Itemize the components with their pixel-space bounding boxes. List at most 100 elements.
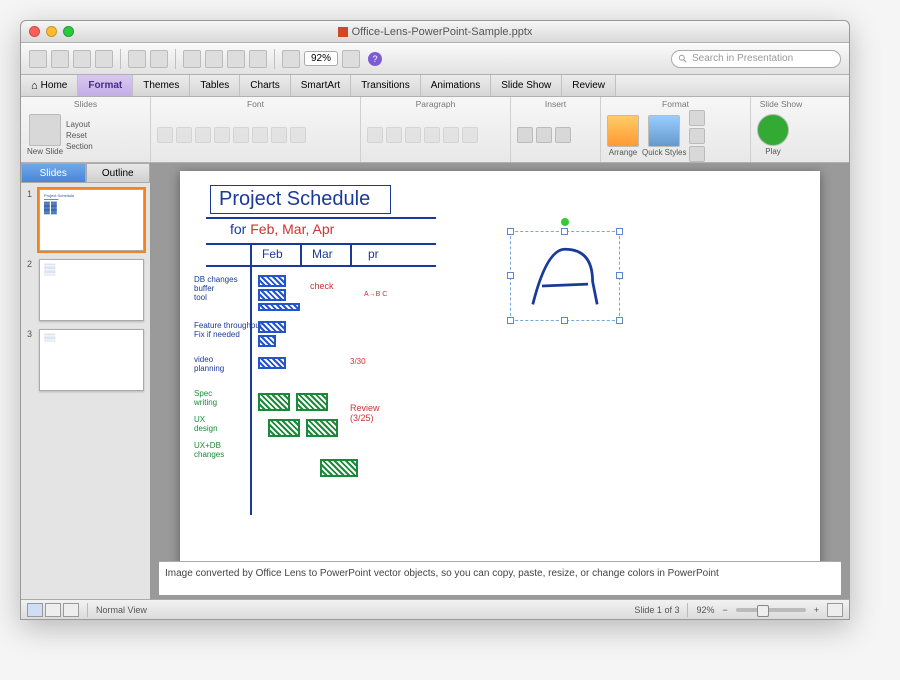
reset-button[interactable]: Reset xyxy=(66,131,93,140)
maximize-window-button[interactable] xyxy=(63,26,74,37)
tab-home[interactable]: Home xyxy=(21,75,78,96)
fit-button[interactable] xyxy=(827,603,843,617)
numbering-button[interactable] xyxy=(386,127,402,143)
resize-handle-s[interactable] xyxy=(561,317,568,324)
bold-button[interactable] xyxy=(157,127,173,143)
resize-handle-se[interactable] xyxy=(616,317,623,324)
tab-tables[interactable]: Tables xyxy=(190,75,240,96)
tab-themes[interactable]: Themes xyxy=(133,75,190,96)
align-left-button[interactable] xyxy=(405,127,421,143)
align-right-button[interactable] xyxy=(443,127,459,143)
date-annotation: 3/30 xyxy=(350,357,366,366)
quick-styles-button[interactable]: Quick Styles xyxy=(642,115,686,157)
resize-handle-sw[interactable] xyxy=(507,317,514,324)
zoom-in-button[interactable] xyxy=(342,50,360,68)
arrange-button[interactable]: Arrange xyxy=(607,115,639,157)
resize-handle-nw[interactable] xyxy=(507,228,514,235)
slideshow-view-button[interactable] xyxy=(63,603,79,617)
bar-4[interactable] xyxy=(258,321,286,333)
bar-g1[interactable] xyxy=(258,393,290,411)
tab-charts[interactable]: Charts xyxy=(240,75,290,96)
line-spacing-button[interactable] xyxy=(462,127,478,143)
font-size-up-button[interactable] xyxy=(271,127,287,143)
paste-button[interactable] xyxy=(227,50,245,68)
outline-tab[interactable]: Outline xyxy=(86,163,151,183)
rotate-handle[interactable] xyxy=(561,218,569,226)
save-button[interactable] xyxy=(73,50,91,68)
bar-3[interactable] xyxy=(258,303,300,311)
bar-6[interactable] xyxy=(258,357,286,369)
tab-smartart[interactable]: SmartArt xyxy=(291,75,351,96)
strike-button[interactable] xyxy=(214,127,230,143)
view-mode-label: Normal View xyxy=(96,605,147,615)
bar-2[interactable] xyxy=(258,289,286,301)
slide-title[interactable]: Project Schedule xyxy=(210,185,391,214)
slides-tab[interactable]: Slides xyxy=(21,163,86,183)
picture-button[interactable] xyxy=(555,127,571,143)
redo-button[interactable] xyxy=(150,50,168,68)
line-button[interactable] xyxy=(689,128,705,144)
resize-handle-w[interactable] xyxy=(507,272,514,279)
bullets-button[interactable] xyxy=(367,127,383,143)
current-slide[interactable]: Project Schedule for Feb, Mar, Apr Feb M… xyxy=(180,171,820,561)
zoom-minus[interactable]: − xyxy=(722,605,727,615)
status-bar: Normal View Slide 1 of 3 92% − + xyxy=(21,599,849,619)
close-window-button[interactable] xyxy=(29,26,40,37)
underline-button[interactable] xyxy=(195,127,211,143)
cut-button[interactable] xyxy=(183,50,201,68)
italic-button[interactable] xyxy=(176,127,192,143)
tab-format[interactable]: Format xyxy=(78,75,133,96)
minimize-window-button[interactable] xyxy=(46,26,57,37)
sorter-view-button[interactable] xyxy=(45,603,61,617)
thumbnail-2[interactable]: 2░░░░░░░░░░░░ xyxy=(27,259,144,321)
effects-button[interactable] xyxy=(689,146,705,162)
layout-dropdown[interactable]: Layout xyxy=(66,120,93,129)
slide-canvas[interactable]: Project Schedule for Feb, Mar, Apr Feb M… xyxy=(151,163,849,561)
resize-handle-n[interactable] xyxy=(561,228,568,235)
bar-1[interactable] xyxy=(258,275,286,287)
section-dropdown[interactable]: Section xyxy=(66,142,93,151)
resize-handle-e[interactable] xyxy=(616,272,623,279)
zoom-plus[interactable]: + xyxy=(814,605,819,615)
bar-g5[interactable] xyxy=(320,459,358,477)
tab-review[interactable]: Review xyxy=(562,75,616,96)
align-center-button[interactable] xyxy=(424,127,440,143)
thumbnail-1[interactable]: 1Project Schedule━━━━━━▓▓ ▓▓▓▓ ▓▓▓▓ ▓▓ xyxy=(27,189,144,251)
text-box-button[interactable] xyxy=(517,127,533,143)
help-icon[interactable]: ? xyxy=(368,52,382,66)
check-annotation: check xyxy=(310,281,334,291)
print-button[interactable] xyxy=(95,50,113,68)
tab-animations[interactable]: Animations xyxy=(421,75,491,96)
tab-slideshow[interactable]: Slide Show xyxy=(491,75,562,96)
zoom-out-button[interactable] xyxy=(282,50,300,68)
bar-5[interactable] xyxy=(258,335,276,347)
tab-transitions[interactable]: Transitions xyxy=(351,75,421,96)
font-color-button[interactable] xyxy=(233,127,249,143)
group-label-insert: Insert xyxy=(517,99,594,109)
search-input[interactable]: Search in Presentation xyxy=(671,50,841,68)
format-painter-button[interactable] xyxy=(249,50,267,68)
shape-button[interactable] xyxy=(536,127,552,143)
undo-button[interactable] xyxy=(128,50,146,68)
selected-shape[interactable] xyxy=(510,231,620,321)
notes-pane[interactable]: Image converted by Office Lens to PowerP… xyxy=(159,561,841,595)
thumbnail-3[interactable]: 3░░░░░░░░ xyxy=(27,329,144,391)
new-button[interactable] xyxy=(29,50,47,68)
zoom-slider[interactable] xyxy=(736,608,806,612)
resize-handle-ne[interactable] xyxy=(616,228,623,235)
month-feb: Feb xyxy=(262,247,283,261)
open-button[interactable] xyxy=(51,50,69,68)
normal-view-button[interactable] xyxy=(27,603,43,617)
bar-g4[interactable] xyxy=(306,419,338,437)
play-button[interactable]: Play xyxy=(757,114,789,156)
new-slide-button[interactable]: New Slide xyxy=(27,114,63,156)
font-size-down-button[interactable] xyxy=(290,127,306,143)
bar-g2[interactable] xyxy=(296,393,328,411)
highlight-button[interactable] xyxy=(252,127,268,143)
month-apr: pr xyxy=(368,247,379,261)
thumbnail-list[interactable]: 1Project Schedule━━━━━━▓▓ ▓▓▓▓ ▓▓▓▓ ▓▓ 2… xyxy=(21,183,150,599)
zoom-value[interactable]: 92% xyxy=(304,51,338,66)
copy-button[interactable] xyxy=(205,50,223,68)
fill-button[interactable] xyxy=(689,110,705,126)
bar-g3[interactable] xyxy=(268,419,300,437)
